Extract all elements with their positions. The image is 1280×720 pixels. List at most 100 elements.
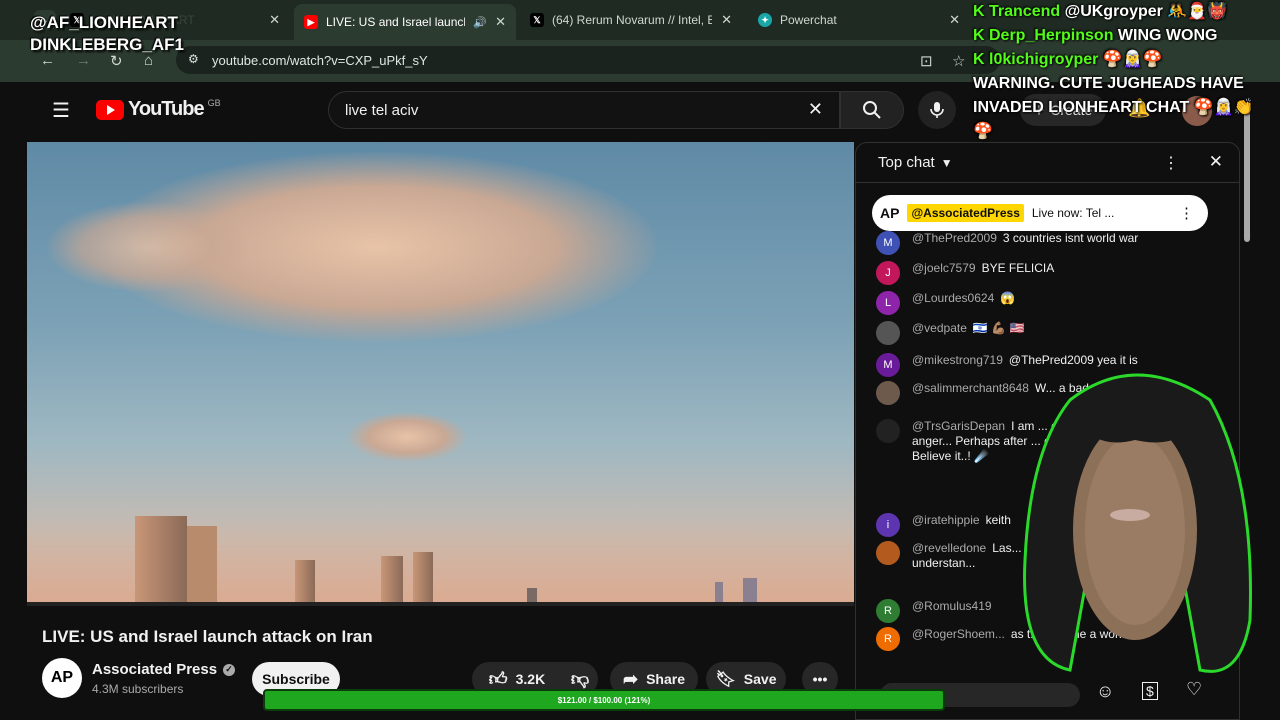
channel-avatar[interactable]: AP	[42, 658, 82, 698]
chat-author-name[interactable]: @revelledone	[912, 541, 986, 555]
kick-chat-text: WING WONG	[1117, 27, 1218, 44]
chat-author-name[interactable]: @RogerShoem...	[912, 627, 1005, 641]
kick-chat-username: l0kichigroyper	[989, 51, 1099, 68]
chat-author-avatar[interactable]: i	[876, 513, 900, 537]
chat-message-body: @Lourdes0624 😱	[912, 291, 1015, 315]
address-bar[interactable]: ⚙ youtube.com/watch?v=CXP_uPkf_sY	[176, 46, 1000, 74]
clear-search-icon[interactable]: ✕	[808, 99, 823, 120]
chat-message-body: @ThePred2009 3 countries isnt world war	[912, 231, 1138, 255]
chat-message-body: @Romulus419	[912, 599, 998, 623]
chat-author-avatar[interactable]: M	[876, 231, 900, 255]
chat-author-name[interactable]: @vedpate	[912, 321, 967, 335]
heart-icon[interactable]: ♡	[1186, 679, 1202, 700]
cloud-shape	[47, 202, 247, 292]
chat-author-avatar[interactable]	[876, 381, 900, 405]
bookmark-icon: 🔖︎	[715, 671, 736, 688]
chat-author-avatar[interactable]: M	[876, 353, 900, 377]
chat-author-name[interactable]: @ThePred2009	[912, 231, 997, 245]
save-label: Save	[743, 671, 777, 687]
kick-chat-text: 🍄🧝‍♀️🍄	[1102, 51, 1163, 68]
chat-message-text: 3 countries isnt world war	[1002, 231, 1139, 245]
building-tower	[187, 526, 217, 606]
thumbs-down-icon: 👎︎	[570, 669, 590, 689]
share-arrow-icon: ➦	[622, 668, 639, 689]
tab-rerum-novarum[interactable]: 𝕏 (64) Rerum Novarum // Intel, Br ✕	[520, 6, 742, 34]
close-icon[interactable]: ✕	[269, 12, 280, 28]
tab-powerchat[interactable]: ✦ Powerchat ✕	[748, 6, 970, 34]
kick-chat-line: K l0kichigroyper 🍄🧝‍♀️🍄	[973, 48, 1273, 72]
video-player[interactable]	[27, 142, 854, 606]
video-title: LIVE: US and Israel launch attack on Ira…	[42, 627, 373, 646]
video-progress-track[interactable]	[27, 602, 854, 606]
chevron-down-icon[interactable]: ▼	[941, 156, 953, 170]
chat-message-body: @vedpate 🇮🇱 💪🏽 🇺🇸	[912, 321, 1024, 345]
url-text: youtube.com/watch?v=CXP_uPkf_sY	[212, 52, 428, 68]
youtube-icon: ▶	[304, 15, 318, 29]
kick-chat-line: K Trancend @UKgroyper 🤼🎅👹	[973, 0, 1273, 24]
x-logo-icon: 𝕏	[530, 13, 544, 27]
emoji-icon[interactable]: ☺	[1096, 681, 1114, 702]
kick-chat-text: @UKgroyper 🤼🎅👹	[1064, 3, 1228, 20]
chat-message-text: BYE FELICIA	[981, 261, 1055, 275]
youtube-play-icon	[96, 99, 124, 120]
search-button[interactable]	[840, 91, 904, 129]
chat-message[interactable]: L @Lourdes0624 😱	[876, 291, 1196, 315]
tab-youtube-live[interactable]: ▶ LIVE: US and Israel launch a 🔊 ✕	[294, 4, 516, 40]
chat-author-avatar[interactable]	[876, 541, 900, 565]
search-query: live tel aciv	[345, 101, 419, 119]
kick-chat-line: K Derp_Herpinson WING WONG	[973, 24, 1273, 48]
close-icon[interactable]: ✕	[495, 14, 506, 30]
bookmark-star-icon[interactable]: ☆	[952, 52, 965, 70]
close-icon[interactable]: ✕	[721, 12, 732, 28]
super-chat-icon[interactable]: $	[1142, 682, 1158, 700]
chat-message-text: 😱	[1000, 291, 1016, 305]
kick-chat-username: Trancend	[989, 3, 1061, 20]
kick-chat-username: Derp_Herpinson	[989, 27, 1114, 44]
close-icon[interactable]: ✕	[949, 12, 960, 28]
chat-author-avatar[interactable]: L	[876, 291, 900, 315]
chat-author-name[interactable]: @Lourdes0624	[912, 291, 994, 305]
search-input[interactable]: live tel aciv ✕	[328, 91, 840, 129]
chat-author-name[interactable]: @Romulus419	[912, 599, 992, 613]
voice-search-button[interactable]	[918, 91, 956, 129]
stream-handle: @AF_LIONHEART	[30, 13, 178, 32]
chat-header: Top chat ▼ ⋮ ✕	[856, 143, 1239, 183]
chat-author-name[interactable]: @iratehippie	[912, 513, 980, 527]
kick-logo-icon: K	[973, 3, 989, 20]
building-tower	[381, 556, 403, 606]
cloud-shape	[347, 412, 467, 462]
chat-author-name[interactable]: @TrsGarisDepan	[912, 419, 1005, 433]
streamer-webcam-overlay	[1023, 373, 1252, 673]
kick-chat-overlay: K Trancend @UKgroyper 🤼🎅👹 K Derp_Herpinso…	[973, 0, 1273, 144]
site-info-icon[interactable]: ⚙	[188, 52, 199, 66]
tab-label: (64) Rerum Novarum // Intel, Br	[552, 13, 712, 27]
thumbs-up-icon: 👍︎	[488, 669, 508, 689]
chat-author-avatar[interactable]: R	[876, 627, 900, 651]
speaker-icon[interactable]: 🔊	[473, 16, 487, 29]
subscriber-count: 4.3M subscribers	[92, 682, 184, 696]
channel-name[interactable]: Associated Press	[92, 661, 217, 678]
building-tower	[413, 552, 433, 606]
building-tower	[135, 516, 187, 606]
donation-goal-bar: $121.00 / $100.00 (121%)	[263, 689, 945, 711]
chat-message[interactable]: M @ThePred2009 3 countries isnt world war	[876, 231, 1196, 255]
more-vertical-icon[interactable]: ⋮	[1163, 153, 1179, 173]
chat-message[interactable]: @vedpate 🇮🇱 💪🏽 🇺🇸	[876, 321, 1196, 345]
chat-author-avatar[interactable]: R	[876, 599, 900, 623]
chat-author-avatar[interactable]	[876, 419, 900, 443]
hamburger-menu-icon[interactable]: ☰	[52, 98, 70, 123]
chat-message[interactable]: J @joelc7579 BYE FELICIA	[876, 261, 1196, 285]
tab-label: LIVE: US and Israel launch a	[326, 15, 466, 29]
youtube-logo[interactable]: YouTube GB	[96, 98, 221, 121]
chat-author-name[interactable]: @joelc7579	[912, 261, 976, 275]
install-app-icon[interactable]: ⊡	[920, 52, 933, 70]
chat-mode-dropdown[interactable]: Top chat	[878, 154, 935, 171]
chat-author-avatar[interactable]: J	[876, 261, 900, 285]
chat-author-name[interactable]: @mikestrong719	[912, 353, 1003, 367]
channel-name-row[interactable]: Associated Press ✓	[92, 661, 236, 678]
pinned-message[interactable]: AP @AssociatedPress Live now: Tel ... ⋮	[872, 195, 1208, 231]
chat-author-avatar[interactable]	[876, 321, 900, 345]
more-vertical-icon[interactable]: ⋮	[1179, 204, 1194, 222]
stream-top-left-overlay: @AF_LIONHEART DINKLEBERG_AF1	[30, 12, 184, 56]
close-chat-icon[interactable]: ✕	[1209, 152, 1223, 172]
